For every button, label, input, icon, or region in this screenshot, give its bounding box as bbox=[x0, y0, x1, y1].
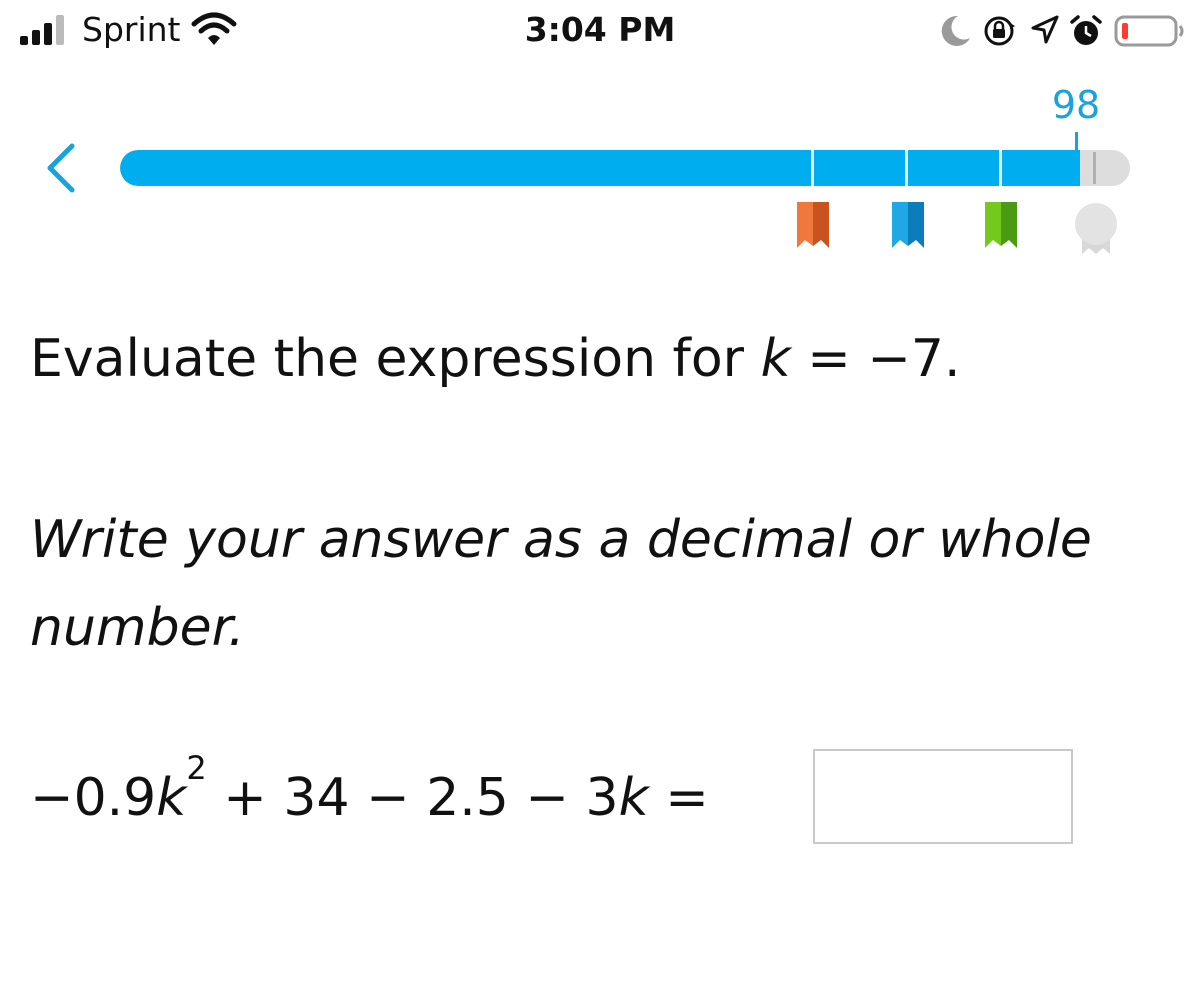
prompt-text: Evaluate the expression for bbox=[30, 329, 761, 389]
answer-instructions: Write your answer as a decimal or whole … bbox=[30, 510, 1092, 658]
rotation-lock-icon bbox=[984, 16, 1015, 46]
expr-middle-terms: + 34 − 2.5 − 3 bbox=[206, 768, 619, 828]
medal-icon bbox=[1075, 203, 1117, 254]
expr-variable: k bbox=[156, 768, 187, 828]
progress-milestone-divider bbox=[905, 150, 908, 186]
prompt-variable: k bbox=[760, 329, 791, 389]
smart-score-value: 98 bbox=[1051, 83, 1101, 127]
expr-variable: k bbox=[618, 768, 649, 828]
score-marker bbox=[1075, 132, 1078, 152]
progress-milestone-divider bbox=[999, 150, 1002, 186]
answer-input[interactable] bbox=[813, 749, 1073, 844]
green-ribbon-icon bbox=[985, 202, 1017, 248]
moon-icon bbox=[941, 15, 970, 46]
prompt-value: = −7. bbox=[790, 329, 961, 389]
progress-fill bbox=[120, 150, 1080, 186]
math-expression: −0.9k2 + 34 − 2.5 − 3k = bbox=[30, 749, 709, 840]
progress-end-divider bbox=[1093, 152, 1096, 184]
location-icon bbox=[1031, 15, 1059, 44]
status-bar: Sprint 3:04 PM bbox=[0, 0, 1200, 62]
orange-ribbon-icon bbox=[797, 202, 829, 248]
back-chevron-icon[interactable] bbox=[34, 134, 90, 204]
expr-equals: = bbox=[648, 768, 709, 828]
status-time: 3:04 PM bbox=[524, 10, 676, 49]
alarm-icon bbox=[1070, 15, 1102, 45]
progress-track bbox=[120, 150, 1130, 186]
battery-icon bbox=[1114, 15, 1184, 47]
question-prompt: Evaluate the expression for k = −7. bbox=[30, 322, 961, 396]
expr-coefficient: −0.9 bbox=[30, 768, 157, 828]
expr-exponent: 2 bbox=[186, 749, 207, 787]
progress-milestone-divider bbox=[811, 150, 814, 186]
blue-ribbon-icon bbox=[892, 202, 924, 248]
